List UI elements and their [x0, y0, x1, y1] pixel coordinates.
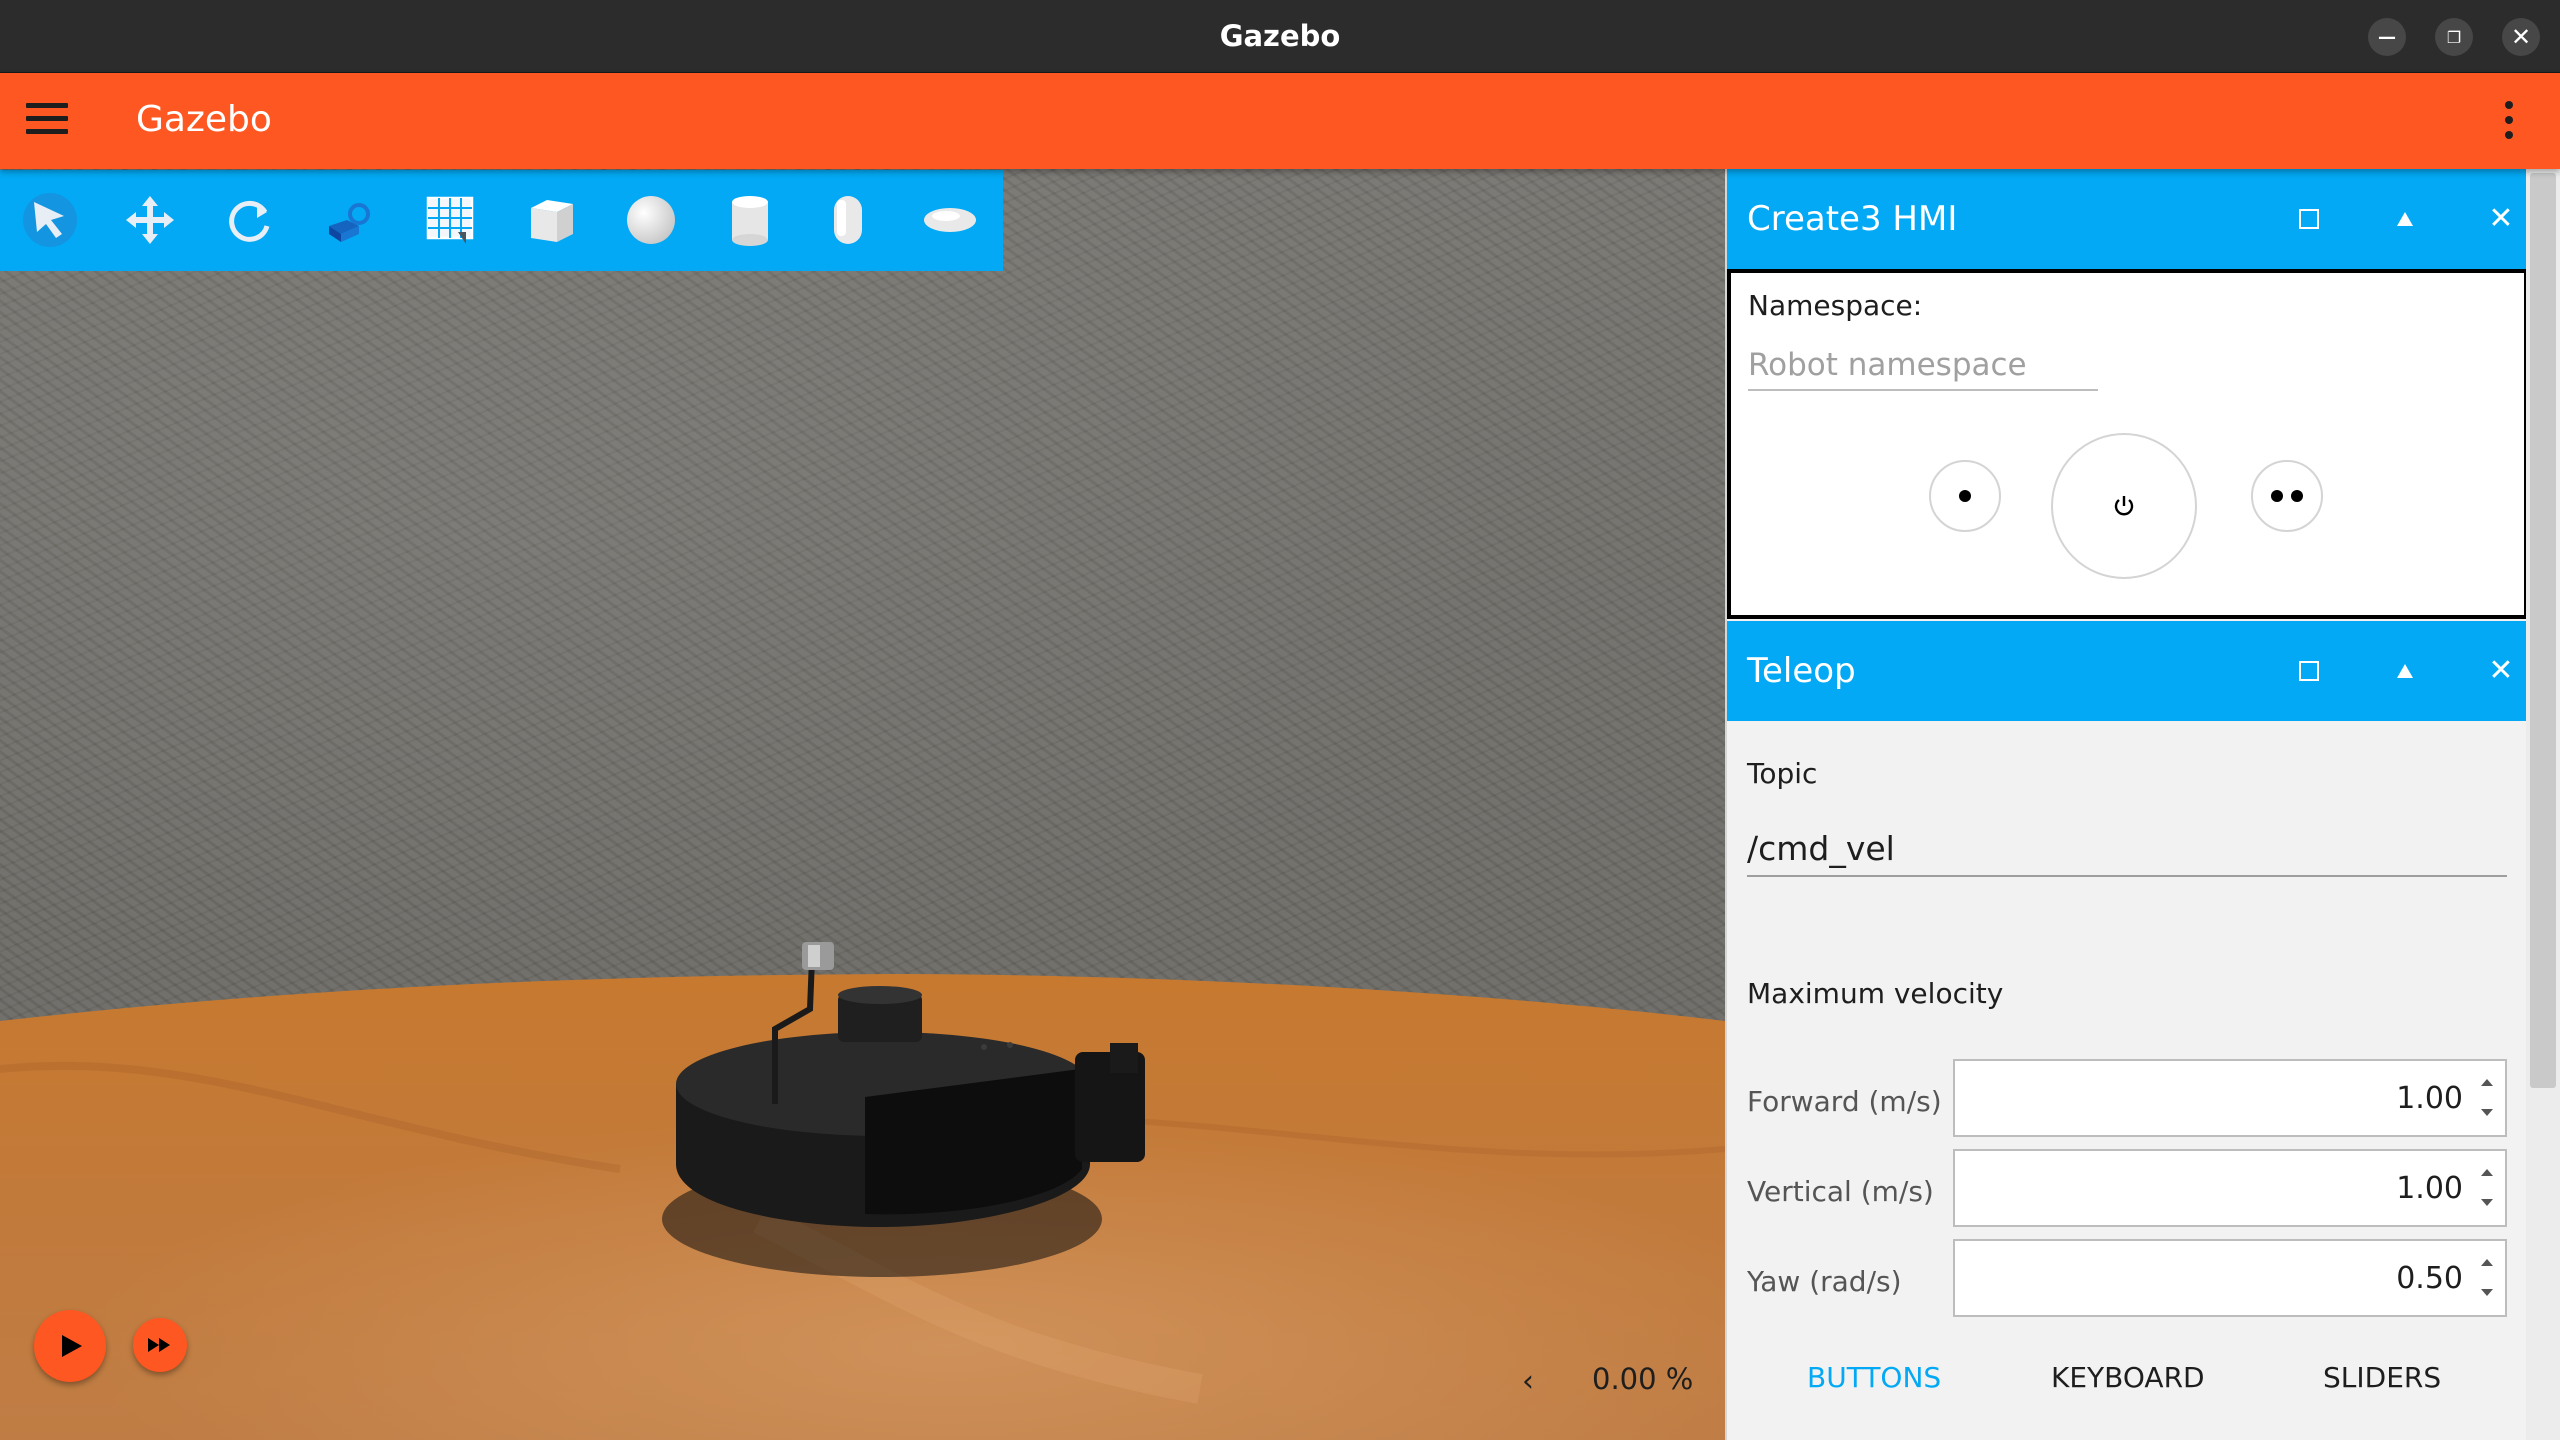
window-title: Gazebo	[1219, 19, 1341, 53]
forward-label: Forward (m/s)	[1747, 1085, 1942, 1118]
forward-value: 1.00	[2396, 1081, 2463, 1116]
collapse-icon	[2397, 664, 2413, 678]
power-button[interactable]	[2051, 433, 2197, 579]
sphere-shape-icon[interactable]	[621, 190, 681, 250]
teleop-collapse-button[interactable]	[2383, 649, 2427, 693]
step-forward-button[interactable]	[133, 1318, 187, 1372]
maximize-icon	[2299, 661, 2319, 681]
collapse-icon	[2397, 212, 2413, 226]
button-two[interactable]	[2251, 460, 2323, 532]
close-icon: ✕	[2488, 653, 2514, 688]
vertical-decrement-button[interactable]	[2479, 1195, 2495, 1211]
namespace-input[interactable]	[1748, 341, 2098, 391]
app-bar: Gazebo	[0, 73, 2560, 169]
box-shape-icon[interactable]	[521, 190, 581, 250]
power-icon	[2114, 496, 2134, 516]
ellipsoid-shape-icon[interactable]	[920, 190, 980, 250]
vertical-value: 1.00	[2396, 1171, 2463, 1206]
plugin-panel: Create3 HMI ✕ Namespace: Robot namespace…	[1725, 169, 2560, 1440]
tab-keyboard[interactable]: KEYBOARD	[2051, 1361, 2205, 1394]
fast-forward-icon	[148, 1338, 170, 1352]
close-icon: ✕	[2488, 201, 2514, 236]
hmi-close-button[interactable]: ✕	[2479, 197, 2523, 241]
vertical-spinbox[interactable]: 1.00	[1953, 1149, 2507, 1227]
chevron-left-icon[interactable]: ‹	[1522, 1364, 1534, 1399]
scene-3d-viewport[interactable]	[0, 169, 1725, 1440]
button-one[interactable]	[1929, 460, 2001, 532]
close-icon: ✕	[2510, 23, 2532, 51]
select-tool-icon[interactable]	[20, 190, 80, 250]
namespace-label: Namespace:	[1748, 289, 1923, 322]
topic-input[interactable]	[1747, 821, 2507, 877]
play-button[interactable]	[34, 1310, 106, 1382]
menu-icon[interactable]	[26, 103, 68, 139]
play-icon	[62, 1335, 82, 1357]
grid-snap-icon[interactable]	[420, 190, 480, 250]
maximize-icon	[2299, 209, 2319, 229]
shape-toolbar	[0, 170, 1003, 271]
two-dots-icon-right	[2291, 490, 2303, 502]
hmi-card-body: Namespace:	[1727, 269, 2528, 619]
transform-control-icon[interactable]	[319, 190, 379, 250]
hmi-card-header: Create3 HMI ✕	[1727, 169, 2528, 269]
forward-decrement-button[interactable]	[2479, 1105, 2495, 1121]
cylinder-shape-icon[interactable]	[720, 190, 780, 250]
two-dots-icon-left	[2271, 490, 2283, 502]
tab-sliders[interactable]: SLIDERS	[2323, 1361, 2441, 1394]
hmi-maximize-button[interactable]	[2287, 197, 2331, 241]
teleop-card-title: Teleop	[1747, 651, 1856, 691]
vertical-label: Vertical (m/s)	[1747, 1175, 1934, 1208]
close-window-button[interactable]: ✕	[2502, 18, 2540, 56]
hmi-card-title: Create3 HMI	[1747, 199, 1958, 239]
forward-spinbox[interactable]: 1.00	[1953, 1059, 2507, 1137]
max-velocity-label: Maximum velocity	[1747, 977, 2004, 1010]
teleop-maximize-button[interactable]	[2287, 649, 2331, 693]
vertical-increment-button[interactable]	[2479, 1165, 2495, 1181]
teleop-card-body: Topic Maximum velocity Forward (m/s) 1.0…	[1727, 721, 2528, 1440]
restore-button[interactable]: ❐	[2435, 18, 2473, 56]
topic-label: Topic	[1747, 757, 1818, 790]
rotate-tool-icon[interactable]	[219, 190, 279, 250]
teleop-card-header: Teleop ✕	[1727, 621, 2528, 721]
hmi-collapse-button[interactable]	[2383, 197, 2427, 241]
minimize-button[interactable]: —	[2368, 18, 2406, 56]
teleop-close-button[interactable]: ✕	[2479, 649, 2523, 693]
minimize-icon: —	[2378, 26, 2396, 48]
more-options-icon[interactable]	[2494, 101, 2524, 145]
yaw-increment-button[interactable]	[2479, 1255, 2495, 1271]
capsule-shape-icon[interactable]	[818, 190, 878, 250]
panel-scrollbar-thumb[interactable]	[2530, 173, 2556, 1088]
real-time-factor: 0.00 %	[1592, 1362, 1694, 1396]
app-title: Gazebo	[136, 99, 272, 140]
yaw-spinbox[interactable]: 0.50	[1953, 1239, 2507, 1317]
yaw-value: 0.50	[2396, 1261, 2463, 1296]
forward-increment-button[interactable]	[2479, 1075, 2495, 1091]
one-dot-icon	[1959, 490, 1971, 502]
restore-icon: ❐	[2446, 27, 2462, 47]
tab-buttons[interactable]: BUTTONS	[1807, 1361, 1941, 1394]
scene-floor	[0, 942, 1725, 1440]
yaw-label: Yaw (rad/s)	[1747, 1265, 1902, 1298]
yaw-decrement-button[interactable]	[2479, 1285, 2495, 1301]
window-titlebar: Gazebo — ❐ ✕	[0, 0, 2560, 73]
gazebo-window: Gazebo — ❐ ✕ Gazebo ‹ 0.00 % Create3 HMI…	[0, 0, 2560, 1440]
translate-tool-icon[interactable]	[120, 190, 180, 250]
